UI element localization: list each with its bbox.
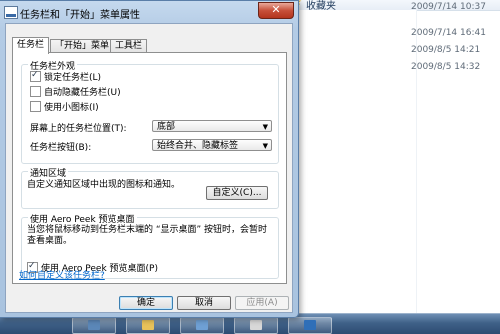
appearance-group: 任务栏外观 锁定任务栏(L) 自动隐藏任务栏(U) 使用小图标(I) 屏幕上的任… (21, 59, 279, 164)
navigation-pane (298, 10, 417, 313)
notification-area-title: 通知区域 (28, 166, 69, 179)
small-icons-checkbox[interactable]: 使用小图标(I) (30, 101, 99, 113)
lock-taskbar-checkbox[interactable]: 锁定任务栏(L) (30, 69, 102, 83)
tab-toolbars[interactable]: 工具栏 (110, 39, 148, 53)
close-button[interactable]: ✕ (258, 2, 294, 19)
taskbar-buttons-label: 任务栏按钮(B): (30, 143, 92, 153)
checkbox-checked-icon[interactable] (30, 69, 41, 82)
tab-start-menu[interactable]: 「开始」菜单 (50, 39, 115, 53)
modified-date: 2009/7/14 10:37 (411, 2, 486, 12)
auto-hide-label: 自动隐藏任务栏(U) (44, 88, 121, 98)
aero-peek-description: 当您将鼠标移动到任务栏末端的 “显示桌面” 按钮时，会暂时查看桌面。 (27, 225, 268, 246)
dialog-client-area: 任务栏 「开始」菜单 工具栏 任务栏外观 锁定任务栏(L) 自动隐藏任务栏(U)… (5, 23, 293, 313)
chevron-down-icon: ▼ (262, 123, 268, 131)
taskbar-location-label: 屏幕上的任务栏位置(T): (30, 124, 127, 134)
program-icon (88, 320, 100, 330)
program-icon (250, 320, 262, 330)
taskbar-button-3[interactable] (180, 317, 224, 334)
modified-date-column: 2009/7/14 10:37 2009/7/14 16:41 2009/8/5… (411, 2, 486, 75)
modified-date: 2009/8/5 14:21 (411, 45, 481, 55)
checkbox-unchecked-icon[interactable] (30, 101, 41, 112)
taskbar-button-4[interactable] (234, 317, 278, 334)
explorer-folder-icon (142, 320, 154, 330)
small-icons-label: 使用小图标(I) (44, 103, 99, 113)
apply-button[interactable]: 应用(A) (235, 296, 289, 310)
modified-date: 2009/8/5 14:32 (411, 62, 481, 72)
taskbar-buttons-select[interactable]: 始终合并、隐藏标签 ▼ (152, 139, 272, 151)
taskbar-button-5[interactable] (288, 317, 332, 334)
notification-area-description: 自定义通知区域中出现的图标和通知。 (27, 180, 181, 190)
taskbar-tab-panel: 任务栏外观 锁定任务栏(L) 自动隐藏任务栏(U) 使用小图标(I) 屏幕上的任… (12, 52, 287, 284)
cancel-button[interactable]: 取消 (177, 296, 231, 310)
taskbar-properties-dialog: 任务栏和「开始」菜单属性 ✕ 任务栏 「开始」菜单 工具栏 任务栏外观 锁定任务… (0, 0, 299, 318)
program-icon (304, 320, 316, 330)
taskbar-location-select[interactable]: 底部 ▼ (152, 120, 272, 132)
tab-taskbar[interactable]: 任务栏 (12, 37, 50, 54)
taskbar-button-2[interactable] (126, 317, 170, 334)
taskbar-location-value: 底部 (157, 122, 176, 132)
customize-button[interactable]: 自定义(C)... (206, 186, 268, 200)
auto-hide-checkbox[interactable]: 自动隐藏任务栏(U) (30, 86, 121, 98)
taskbar-button-1[interactable] (72, 317, 116, 334)
modified-date: 2009/7/14 16:41 (411, 28, 486, 38)
notification-area-group: 通知区域 自定义通知区域中出现的图标和通知。 自定义(C)... (21, 166, 279, 209)
help-link[interactable]: 如何自定义该任务栏? (19, 268, 105, 281)
dialog-title: 任务栏和「开始」菜单属性 (20, 10, 140, 21)
taskbar-properties-icon (4, 6, 18, 19)
aero-peek-title: 使用 Aero Peek 预览桌面 (28, 212, 137, 225)
checkbox-unchecked-icon[interactable] (30, 86, 41, 97)
taskbar-buttons-value: 始终合并、隐藏标签 (157, 141, 239, 151)
ok-button[interactable]: 确定 (119, 296, 173, 310)
lock-taskbar-label: 锁定任务栏(L) (44, 73, 102, 83)
dialog-titlebar[interactable]: 任务栏和「开始」菜单属性 ✕ (0, 1, 298, 23)
program-icon (196, 320, 208, 330)
chevron-down-icon: ▼ (262, 142, 268, 150)
